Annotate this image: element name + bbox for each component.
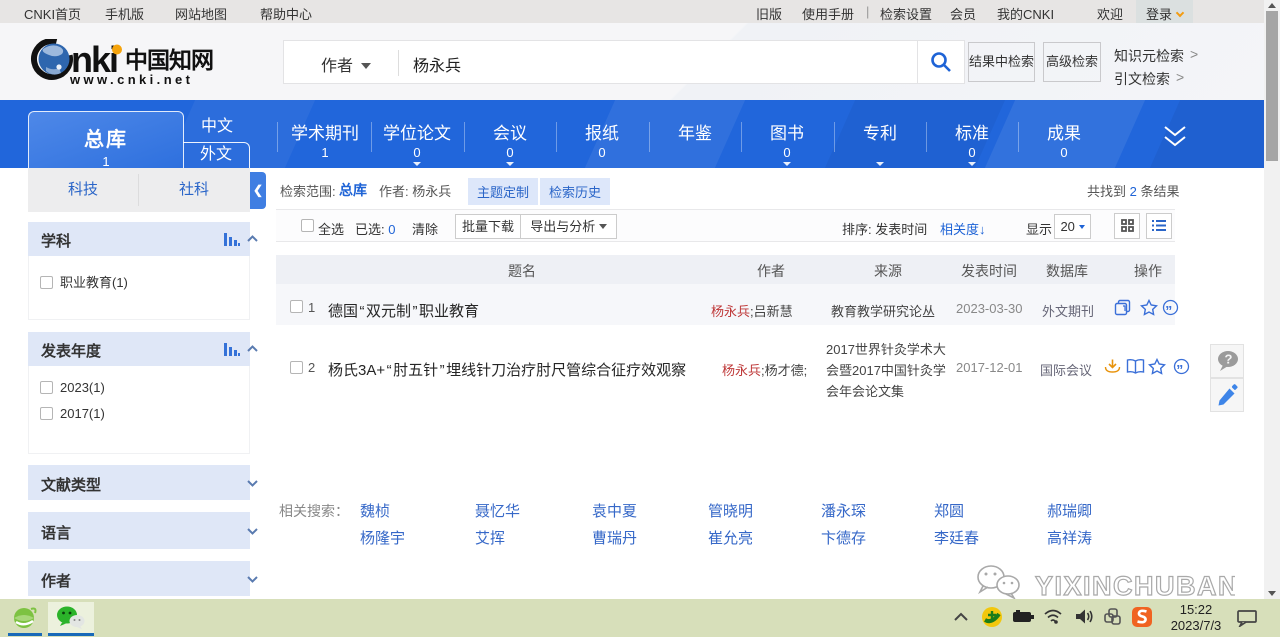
- svg-text:?: ?: [1225, 352, 1233, 367]
- svg-text:YIXINCHUBAN: YIXINCHUBAN: [1035, 571, 1235, 599]
- svg-text:中国知网: 中国知网: [125, 47, 213, 73]
- svg-text:www.cnki.net: www.cnki.net: [69, 72, 193, 86]
- svg-text:”: ”: [1165, 303, 1172, 317]
- svg-text:”: ”: [1176, 362, 1183, 376]
